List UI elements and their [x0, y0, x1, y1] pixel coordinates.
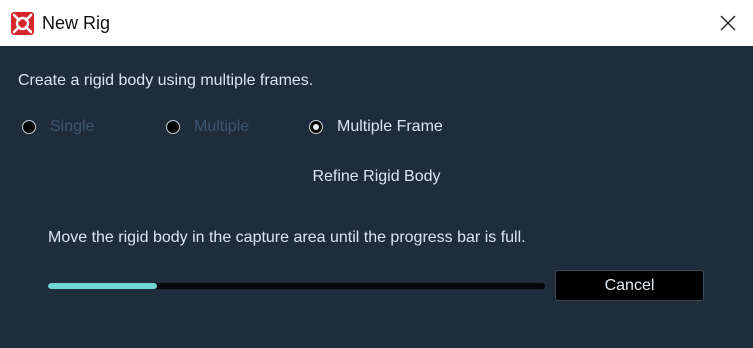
cancel-button[interactable]: Cancel	[555, 270, 704, 301]
radio-indicator	[22, 120, 36, 134]
close-icon	[720, 15, 736, 31]
close-button[interactable]	[703, 0, 753, 46]
section-heading: Refine Rigid Body	[312, 168, 441, 185]
radio-indicator-selected	[309, 120, 323, 134]
radio-multiple-frame[interactable]: Multiple Frame	[309, 117, 443, 137]
progress-fill	[48, 283, 158, 289]
instruction-text: Move the rigid body in the capture area …	[48, 229, 526, 246]
radio-multiple[interactable]: Multiple	[166, 117, 249, 137]
radio-label-multiple-frame: Multiple Frame	[337, 118, 443, 135]
radio-label-single: Single	[50, 118, 95, 135]
dialog-description: Create a rigid body using multiple frame…	[18, 72, 314, 89]
radio-single[interactable]: Single	[22, 117, 94, 137]
motive-app-icon	[11, 12, 34, 35]
title-bar: New Rig	[0, 0, 753, 46]
window-title: New Rig	[42, 13, 111, 33]
radio-label-multiple: Multiple	[194, 118, 250, 135]
radio-indicator	[166, 120, 180, 134]
progress-bar	[48, 283, 545, 289]
dialog-body	[0, 46, 753, 348]
